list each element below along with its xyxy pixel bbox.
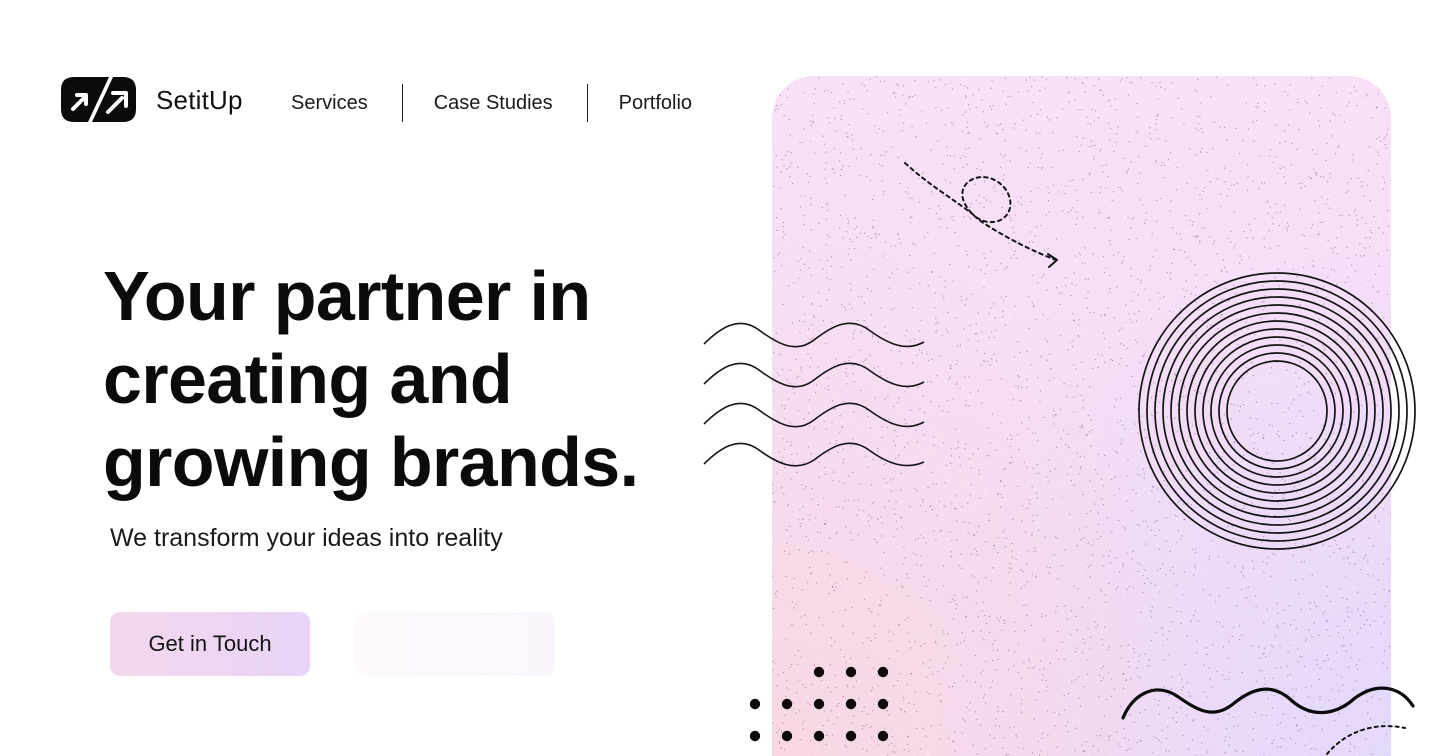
hero-title-line: Your partner in [103, 257, 591, 335]
hero-subtitle: We transform your ideas into reality [110, 524, 503, 552]
nav-divider [401, 84, 403, 122]
hero-art-panel [772, 76, 1391, 756]
brand-name: SetitUp [156, 84, 243, 115]
landing-page: SetitUp Services Case Studies Portfolio … [0, 0, 1440, 756]
nav-item-case-studies[interactable]: Case Studies [434, 93, 553, 113]
hero-title: Your partner in creating and growing bra… [103, 255, 639, 504]
get-in-touch-button[interactable]: Get in Touch [110, 612, 310, 676]
nav-divider [586, 84, 588, 122]
brand-logo[interactable]: SetitUp [60, 76, 243, 123]
main-nav: Services Case Studies Portfolio [291, 84, 692, 122]
secondary-cta-button[interactable] [355, 612, 555, 676]
nav-item-services[interactable]: Services [291, 93, 368, 113]
hero-title-line: growing brands. [103, 423, 639, 501]
setitup-logo-icon [61, 77, 136, 122]
nav-item-portfolio[interactable]: Portfolio [619, 93, 692, 113]
hero-title-line: creating and [103, 340, 513, 418]
noise-texture [772, 76, 1391, 756]
